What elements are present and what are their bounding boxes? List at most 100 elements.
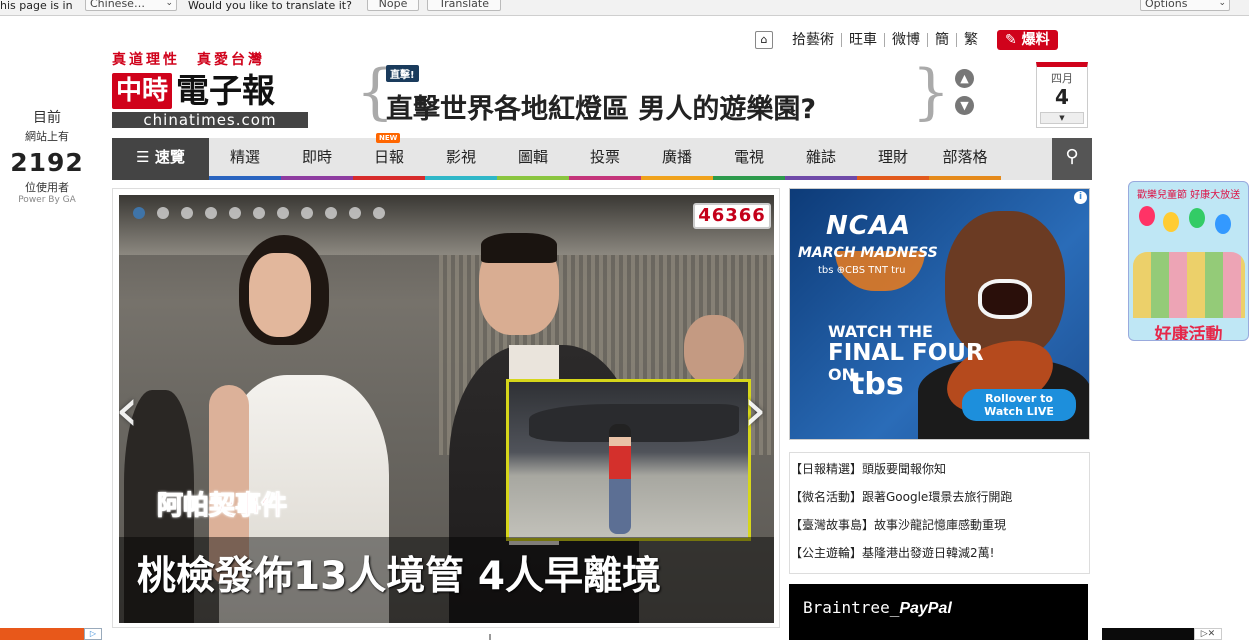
nav-stripe <box>641 176 713 180</box>
slide-image[interactable]: 阿帕契事件 桃檢發佈13人境管 4人早離境 46366 ‹ › <box>119 195 774 623</box>
top-link-art[interactable]: 拾藝術 <box>785 33 841 47</box>
logo-slogan: 真道理性 真愛台灣 <box>112 52 265 68</box>
slide-dot[interactable] <box>157 207 169 219</box>
helicopter-shape <box>529 404 739 442</box>
slide-inset-photo <box>506 379 751 541</box>
nav-item-finance[interactable]: 理財 <box>857 138 929 180</box>
date-dropdown-button[interactable]: ▼ <box>1040 112 1084 124</box>
ad-close-icon[interactable]: ▷✕ <box>1194 628 1222 640</box>
ad-braintree[interactable]: Braintree_PayPal <box>789 584 1088 640</box>
top-links: ⌂ 拾藝術 旺車 微博 簡 繁 ✎ 爆料 <box>755 30 1058 50</box>
nav-item-video[interactable]: 影視 <box>425 138 497 180</box>
slide-dot[interactable] <box>229 207 241 219</box>
nav-item-label: 日報 <box>373 148 404 166</box>
nav-item-label: 電視 <box>733 148 764 166</box>
ad-networks: tbs ⊕CBS TNT tru <box>818 265 906 276</box>
woman-face <box>249 253 311 337</box>
balloon-icon <box>1139 206 1155 226</box>
nav-item-label: 圖輯 <box>517 148 548 166</box>
tip-off-label: 爆料 <box>1021 32 1050 48</box>
ticker-up-button[interactable]: ▲ <box>955 69 974 88</box>
translate-question: Would you like to translate it? <box>188 0 352 12</box>
date-day: 4 <box>1055 85 1069 109</box>
nav-item-realtime[interactable]: 即時 <box>281 138 353 180</box>
home-icon[interactable]: ⌂ <box>755 31 773 49</box>
balloon-icon <box>1163 212 1179 232</box>
top-link-traditional[interactable]: 繁 <box>956 33 985 47</box>
ad-tbs-logo: tbs <box>850 367 904 402</box>
nav-stripe <box>209 176 281 180</box>
nav-item-radio[interactable]: 廣播 <box>641 138 713 180</box>
translate-button[interactable]: Translate <box>427 0 501 11</box>
nav-stripe <box>857 176 929 180</box>
right-brace-icon: } <box>911 57 950 127</box>
ad-ncaa-logo: NCAA <box>826 211 912 241</box>
top-link-weibo[interactable]: 微博 <box>884 33 927 47</box>
main-nav: ☰ 速覽 精選 即時 NEW 日報 影視 圖輯 投票 廣播 電視 雜誌 理財 部落… <box>112 133 1092 180</box>
slide-dot[interactable] <box>325 207 337 219</box>
date-month: 四月 <box>1051 72 1073 85</box>
nav-speed-view[interactable]: ☰ 速覽 <box>112 138 209 180</box>
list-item[interactable]: 【微名活動】跟著Google環景去旅行開跑 <box>790 485 1089 513</box>
chevron-down-icon: ⌄ <box>1218 0 1226 8</box>
ad-info-icon[interactable]: i <box>1074 191 1087 204</box>
balloon-icon <box>1215 214 1231 234</box>
nav-stripe <box>929 176 1001 180</box>
slide-dot[interactable] <box>181 207 193 219</box>
bottom-right-banner[interactable] <box>1102 628 1194 640</box>
ad-ncaa[interactable]: NCAA MARCH MADNESS tbs ⊕CBS TNT tru WATC… <box>789 188 1090 440</box>
site-logo[interactable]: 真道理性 真愛台灣 中時 電子報 chinatimes.com <box>112 49 308 128</box>
balloon-icon <box>1189 208 1205 228</box>
ticker-headline[interactable]: 直擊世界各地紅燈區 男人的遊樂園? <box>386 87 816 126</box>
nav-item-vote[interactable]: 投票 <box>569 138 641 180</box>
nav-item-magazine[interactable]: 雜誌 <box>785 138 857 180</box>
slide-caption[interactable]: 桃檢發佈13人境管 4人早離境 <box>137 545 661 601</box>
nav-item-label: 投票 <box>589 148 620 166</box>
nav-item-daily[interactable]: NEW 日報 <box>353 133 425 180</box>
date-box: 四月 4 ▼ <box>1036 62 1088 128</box>
slide-dot[interactable] <box>349 207 361 219</box>
nav-item-blog[interactable]: 部落格 <box>929 138 1001 180</box>
top-link-car[interactable]: 旺車 <box>841 33 884 47</box>
tip-off-button[interactable]: ✎ 爆料 <box>997 30 1058 50</box>
ad-final-four: FINAL FOUR <box>828 340 984 366</box>
nav-item-gallery[interactable]: 圖輯 <box>497 138 569 180</box>
language-select[interactable]: Chinese… ⌄ <box>85 0 177 11</box>
logo-brand-black: 電子報 <box>176 71 276 110</box>
ticker-down-button[interactable]: ▼ <box>955 96 974 115</box>
nav-speed-label: 速覽 <box>154 148 185 166</box>
search-button[interactable]: ⚲ <box>1052 138 1092 180</box>
slide-dot[interactable] <box>133 207 145 219</box>
slide-dot[interactable] <box>253 207 265 219</box>
nope-button[interactable]: Nope <box>367 0 419 11</box>
list-item[interactable]: 【公主遊輪】基隆港出發遊日韓減2萬! <box>790 541 1089 569</box>
slide-dot[interactable] <box>301 207 313 219</box>
nav-stripe <box>497 176 569 180</box>
top-link-simplified[interactable]: 簡 <box>927 33 956 47</box>
slide-dot[interactable] <box>205 207 217 219</box>
next-slide-icon[interactable]: › <box>743 380 767 440</box>
ad-paypal-label: PayPal <box>899 600 952 617</box>
nav-item-featured[interactable]: 精選 <box>209 138 281 180</box>
list-item[interactable]: 【日報精選】頭版要聞報你知 <box>790 457 1089 485</box>
ad-choices-icon[interactable]: ▷ <box>84 628 102 640</box>
options-select[interactable]: Options ⌄ <box>1140 0 1230 11</box>
nav-item-label: 即時 <box>301 148 332 166</box>
prev-slide-icon[interactable]: ‹ <box>119 380 139 440</box>
nav-item-label: 部落格 <box>942 148 988 166</box>
search-icon: ⚲ <box>1065 146 1079 167</box>
slide-dot[interactable] <box>373 207 385 219</box>
promo-list: 【日報精選】頭版要聞報你知 【微名活動】跟著Google環景去旅行開跑 【臺灣故… <box>789 452 1090 574</box>
bottom-left-banner[interactable] <box>0 628 84 640</box>
side-promo[interactable]: 歡樂兒童節 好康大放送 好康活動 <box>1128 181 1249 341</box>
nav-stripe <box>785 176 857 180</box>
new-badge: NEW <box>376 133 401 143</box>
list-item[interactable]: 【臺灣故事島】故事沙龍記憶庫感動重現 <box>790 513 1089 541</box>
nav-item-label: 理財 <box>877 148 908 166</box>
language-select-value: Chinese… <box>90 0 145 10</box>
ad-rollover-button[interactable]: Rollover to Watch LIVE <box>962 389 1076 421</box>
visitor-counter: 目前 網站上有 2192 位使用者 Power By GA <box>8 107 86 205</box>
nav-item-tv[interactable]: 電視 <box>713 138 785 180</box>
translate-bar-text: his page is in <box>0 0 73 12</box>
slide-dot[interactable] <box>277 207 289 219</box>
